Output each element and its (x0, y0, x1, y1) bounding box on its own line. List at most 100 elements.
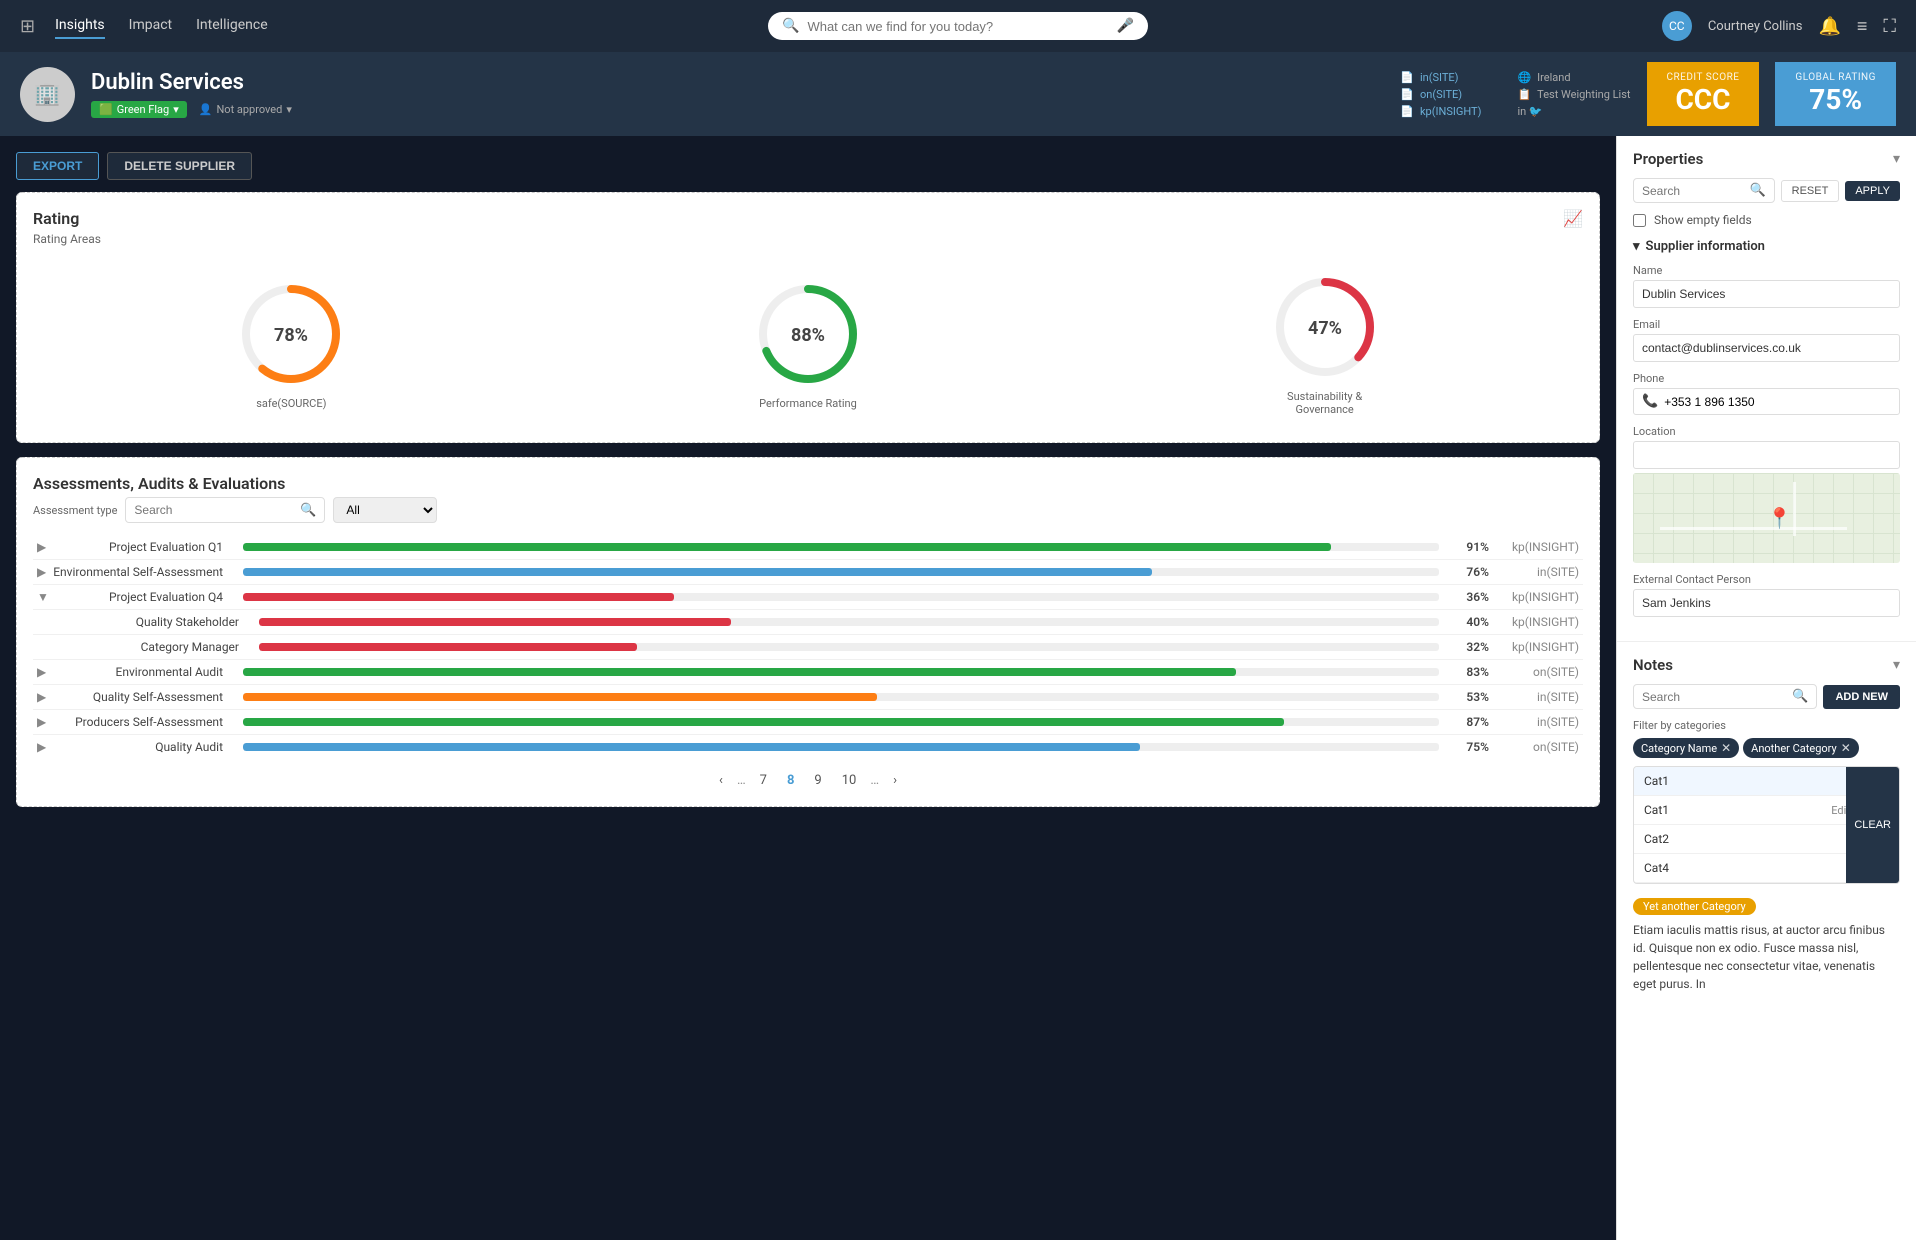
supplier-info: Dublin Services 🟩 Green Flag ▾ 👤 Not app… (91, 70, 1364, 118)
green-flag-badge[interactable]: 🟩 Green Flag ▾ (91, 101, 187, 118)
supplier-header: 🏢 Dublin Services 🟩 Green Flag ▾ 👤 Not a… (0, 52, 1916, 136)
external-contact-input[interactable] (1633, 589, 1900, 617)
table-row: ▶ Environmental Self-Assessment 76% in(S… (33, 560, 1583, 585)
delete-supplier-button[interactable]: DELETE SUPPLIER (107, 152, 252, 180)
page-7-button[interactable]: 7 (754, 771, 773, 790)
properties-section: Properties ▾ 🔍 RESET APPLY Show empty fi… (1617, 136, 1916, 642)
show-empty-checkbox[interactable] (1633, 214, 1646, 227)
export-button[interactable]: EXPORT (16, 152, 99, 180)
location-field-group: Location 📍 (1633, 425, 1900, 563)
row-toggle[interactable]: ▶ (37, 740, 53, 754)
page-9-button[interactable]: 9 (808, 771, 827, 790)
prev-page-button[interactable]: ‹ (713, 771, 729, 790)
assessment-type-select[interactable]: All Audit Assessment Evaluation (333, 497, 437, 523)
apply-button[interactable]: APPLY (1845, 181, 1900, 201)
row-name: Quality Audit (53, 740, 233, 754)
link-insite: 📄in(SITE) (1400, 71, 1481, 84)
next-page-button[interactable]: › (887, 771, 903, 790)
link-kpinsight: 📄kp(INSIGHT) (1400, 105, 1481, 118)
search-input[interactable] (807, 19, 1108, 34)
gauge-sublabel-3: Sustainability &Governance (1265, 390, 1385, 416)
nav-link-impact[interactable]: Impact (129, 13, 172, 39)
main-layout: EXPORT DELETE SUPPLIER Rating 📈 Rating A… (0, 136, 1916, 1240)
row-toggle[interactable]: ▼ (37, 590, 53, 604)
row-toggle[interactable]: ▶ (37, 665, 53, 679)
menu-icon[interactable]: ≡ (1857, 16, 1868, 37)
filter-tag-another-category: Another Category ✕ (1743, 738, 1859, 758)
row-bar-container (259, 643, 1439, 651)
pagination: ‹ … 7 8 9 10 … › (33, 771, 1583, 790)
row-toggle[interactable]: ▶ (37, 540, 53, 554)
add-new-button[interactable]: ADD NEW (1823, 685, 1900, 709)
row-name: Project Evaluation Q1 (53, 540, 233, 554)
external-contact-field-group: External Contact Person (1633, 573, 1900, 617)
assessment-type-label: Assessment type (33, 504, 117, 517)
external-contact-label: External Contact Person (1633, 573, 1900, 586)
row-toggle[interactable]: ▶ (37, 565, 53, 579)
reset-button[interactable]: RESET (1781, 180, 1840, 202)
gauge-performance: 88% Performance Rating (748, 279, 868, 410)
gauge-circle-3: 47% (1270, 272, 1380, 382)
rating-areas-label: Rating Areas (33, 232, 1583, 246)
notification-icon[interactable]: 🔔 (1818, 16, 1840, 37)
notes-section-header: Notes ▾ (1633, 656, 1900, 674)
nav-link-insights[interactable]: Insights (55, 13, 105, 39)
note-text: Etiam iaculis mattis risus, at auctor ar… (1633, 921, 1900, 993)
phone-field-group: Phone 📞 (1633, 372, 1900, 415)
show-empty-label: Show empty fields (1654, 213, 1752, 227)
properties-collapse-button[interactable]: ▾ (1893, 151, 1900, 167)
filter-tag-category-name: Category Name ✕ (1633, 738, 1739, 758)
row-source: in(SITE) (1489, 565, 1579, 579)
location-input[interactable] (1633, 441, 1900, 469)
row-bar-container (243, 743, 1439, 751)
microphone-icon[interactable]: 🎤 (1117, 18, 1134, 34)
table-row: ▶ Environmental Audit 83% on(SITE) (33, 660, 1583, 685)
page-10-button[interactable]: 10 (836, 771, 863, 790)
notes-collapse-button[interactable]: ▾ (1893, 657, 1900, 673)
approval-badge[interactable]: 👤 Not approved ▾ (199, 103, 292, 116)
gauge-circle-1: 78% (236, 279, 346, 389)
gauge-circle-2: 88% (753, 279, 863, 389)
grid-icon[interactable]: ⊞ (20, 16, 35, 37)
credit-score-value: CCC (1667, 83, 1740, 116)
remove-tag-another-category[interactable]: ✕ (1841, 741, 1851, 755)
row-pct: 75% (1449, 740, 1489, 754)
remove-tag-category-name[interactable]: ✕ (1721, 741, 1731, 755)
row-bar-container (243, 593, 1439, 601)
name-input[interactable] (1633, 280, 1900, 308)
left-content: EXPORT DELETE SUPPLIER Rating 📈 Rating A… (0, 136, 1616, 1240)
phone-input[interactable] (1664, 395, 1891, 409)
credit-score-box: CREDIT SCORE CCC (1647, 62, 1760, 126)
nav-link-intelligence[interactable]: Intelligence (196, 13, 268, 39)
props-search-input[interactable] (1642, 184, 1749, 198)
clear-button[interactable]: CLEAR (1846, 767, 1899, 883)
row-source: kp(INSIGHT) (1489, 640, 1579, 654)
assessment-search-input[interactable] (134, 503, 300, 517)
row-name: Quality Stakeholder (69, 615, 249, 629)
rating-card: Rating 📈 Rating Areas 78% safe(SOURCE) (16, 192, 1600, 443)
assessments-card: Assessments, Audits & Evaluations Assess… (16, 457, 1600, 807)
fullscreen-icon[interactable]: ⛶ (1883, 16, 1896, 37)
map-pin-icon: 📍 (1767, 506, 1792, 530)
notes-search-input[interactable] (1642, 690, 1792, 704)
table-row: ▶ Quality Audit 75% on(SITE) (33, 735, 1583, 759)
email-input[interactable] (1633, 334, 1900, 362)
row-pct: 53% (1449, 690, 1489, 704)
assessment-search-box: 🔍 (125, 497, 325, 523)
row-toggle[interactable]: ▶ (37, 715, 53, 729)
top-navigation: ⊞ Insights Impact Intelligence 🔍 🎤 CC Co… (0, 0, 1916, 52)
supplier-info-toggle[interactable]: ▾ Supplier information (1633, 239, 1900, 254)
page-ellipsis-start: … (737, 773, 746, 788)
rating-chart-icon[interactable]: 📈 (1563, 209, 1583, 228)
row-name: Producers Self-Assessment (53, 715, 233, 729)
global-rating-box: GLOBAL RATING 75% (1775, 62, 1896, 126)
filter-label: Filter by categories (1633, 719, 1900, 732)
props-search: 🔍 (1633, 178, 1775, 203)
row-toggle[interactable]: ▶ (37, 690, 53, 704)
supplier-badges: 🟩 Green Flag ▾ 👤 Not approved ▾ (91, 101, 1364, 118)
page-8-button[interactable]: 8 (781, 771, 800, 790)
row-source: on(SITE) (1489, 740, 1579, 754)
name-label: Name (1633, 264, 1900, 277)
page-ellipsis-end: … (870, 773, 879, 788)
row-bar (259, 643, 637, 651)
